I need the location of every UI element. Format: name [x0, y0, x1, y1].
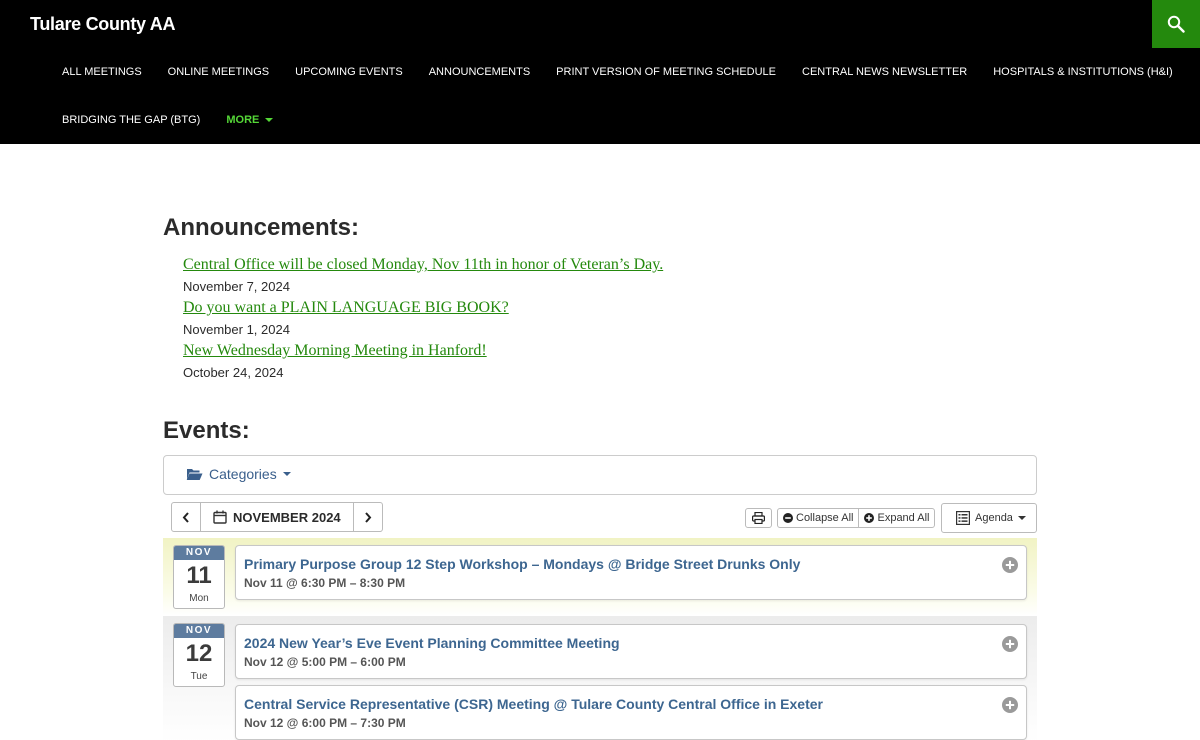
announcements-heading: Announcements: [163, 214, 360, 241]
expand-event-icon[interactable] [1002, 636, 1018, 652]
events-heading: Events: [163, 417, 250, 444]
printer-icon [752, 512, 765, 524]
nav-item-upcoming-events[interactable]: UPCOMING EVENTS [282, 48, 416, 96]
caret-down-icon [282, 472, 291, 476]
announcement-date: November 1, 2024 [183, 322, 290, 337]
event-card[interactable]: 2024 New Year’s Eve Event Planning Commi… [235, 624, 1027, 679]
nav-item-bridging-the-gap[interactable]: BRIDGING THE GAP (BTG) [49, 96, 213, 144]
chevron-left-icon [182, 511, 189, 523]
announcement-link[interactable]: Central Office will be closed Monday, No… [183, 254, 663, 276]
categories-bar: Categories [163, 455, 1037, 495]
date-badge-month: NOV [174, 624, 224, 638]
plus-circle-icon [864, 513, 875, 523]
caret-down-icon [265, 118, 274, 122]
month-navigator: NOVEMBER 2024 [171, 502, 383, 532]
event-card[interactable]: Central Service Representative (CSR) Mee… [235, 685, 1027, 740]
expand-all-button[interactable]: Expand All [858, 509, 934, 527]
expand-event-icon[interactable] [1002, 697, 1018, 713]
announcement-date: November 7, 2024 [183, 279, 290, 294]
folder-open-icon [186, 469, 203, 480]
announcement-link[interactable]: Do you want a PLAIN LANGUAGE BIG BOOK? [183, 297, 663, 319]
event-card[interactable]: Primary Purpose Group 12 Step Workshop –… [235, 545, 1027, 600]
event-time: Nov 12 @ 6:00 PM – 7:30 PM [244, 716, 406, 730]
expand-all-label: Expand All [877, 512, 930, 524]
categories-dropdown[interactable]: Categories [186, 466, 291, 482]
announcement-date: October 24, 2024 [183, 365, 284, 380]
search-button[interactable] [1152, 0, 1200, 48]
date-badge-day: 12 [185, 640, 213, 667]
date-badge: NOV 12 Tue [173, 623, 225, 687]
view-selector[interactable]: Agenda [941, 503, 1037, 533]
collapse-all-button[interactable]: Collapse All [778, 509, 858, 527]
caret-down-icon [1017, 516, 1026, 520]
site-title[interactable]: Tulare County AA [30, 12, 176, 36]
nav-item-announcements[interactable]: ANNOUNCEMENTS [416, 48, 543, 96]
next-month-button[interactable] [352, 503, 382, 531]
event-title[interactable]: 2024 New Year’s Eve Event Planning Commi… [244, 635, 620, 651]
list-view-icon [956, 511, 970, 525]
nav-item-online-meetings[interactable]: ONLINE MEETINGS [155, 48, 282, 96]
announcements-list: Central Office will be closed Monday, No… [183, 254, 663, 383]
primary-nav-row-2: BRIDGING THE GAP (BTG) MORE [49, 96, 286, 144]
calendar-icon [213, 510, 227, 524]
current-month-label: NOVEMBER 2024 [233, 509, 341, 525]
date-badge: NOV 11 Mon [173, 545, 225, 609]
nav-item-hospitals-institutions[interactable]: HOSPITALS & INSTITUTIONS (H&I) [980, 48, 1185, 96]
collapse-all-label: Collapse All [796, 512, 854, 524]
primary-nav: ALL MEETINGS ONLINE MEETINGS UPCOMING EV… [49, 48, 1186, 96]
masthead: Tulare County AA ALL MEETINGS ONLINE MEE… [0, 0, 1200, 144]
nav-item-more[interactable]: MORE [213, 96, 286, 144]
previous-month-button[interactable] [172, 503, 201, 531]
month-picker[interactable]: NOVEMBER 2024 [201, 503, 353, 531]
event-title[interactable]: Primary Purpose Group 12 Step Workshop –… [244, 556, 800, 572]
nav-item-central-news[interactable]: CENTRAL NEWS NEWSLETTER [789, 48, 980, 96]
agenda-day: NOV 12 Tue 2024 New Year’s Eve Event Pla… [163, 616, 1037, 740]
agenda-day: NOV 11 Mon Primary Purpose Group 12 Step… [163, 538, 1037, 616]
search-icon [1167, 15, 1185, 33]
date-badge-weekday: Tue [190, 671, 208, 682]
print-button[interactable] [745, 508, 772, 528]
nav-more-label: MORE [226, 114, 260, 126]
date-badge-month: NOV [174, 546, 224, 560]
nav-item-all-meetings[interactable]: ALL MEETINGS [49, 48, 155, 96]
date-badge-day: 11 [186, 562, 212, 589]
minus-circle-icon [783, 513, 793, 523]
announcement-link[interactable]: New Wednesday Morning Meeting in Hanford… [183, 340, 663, 362]
list-item: New Wednesday Morning Meeting in Hanford… [183, 340, 663, 383]
date-badge-weekday: Mon [189, 593, 209, 604]
view-label: Agenda [975, 512, 1013, 524]
event-time: Nov 11 @ 6:30 PM – 8:30 PM [244, 576, 406, 590]
expand-event-icon[interactable] [1002, 557, 1018, 573]
list-item: Central Office will be closed Monday, No… [183, 254, 663, 297]
categories-label: Categories [209, 466, 277, 482]
nav-item-print-schedule[interactable]: PRINT VERSION OF MEETING SCHEDULE [543, 48, 789, 96]
list-item: Do you want a PLAIN LANGUAGE BIG BOOK? N… [183, 297, 663, 340]
calendar-toolbar: NOVEMBER 2024 Collapse All Expand All Ag… [163, 502, 1037, 534]
collapse-expand-group: Collapse All Expand All [777, 508, 936, 528]
event-time: Nov 12 @ 5:00 PM – 6:00 PM [244, 655, 406, 669]
event-title[interactable]: Central Service Representative (CSR) Mee… [244, 696, 823, 712]
chevron-right-icon [364, 511, 371, 523]
